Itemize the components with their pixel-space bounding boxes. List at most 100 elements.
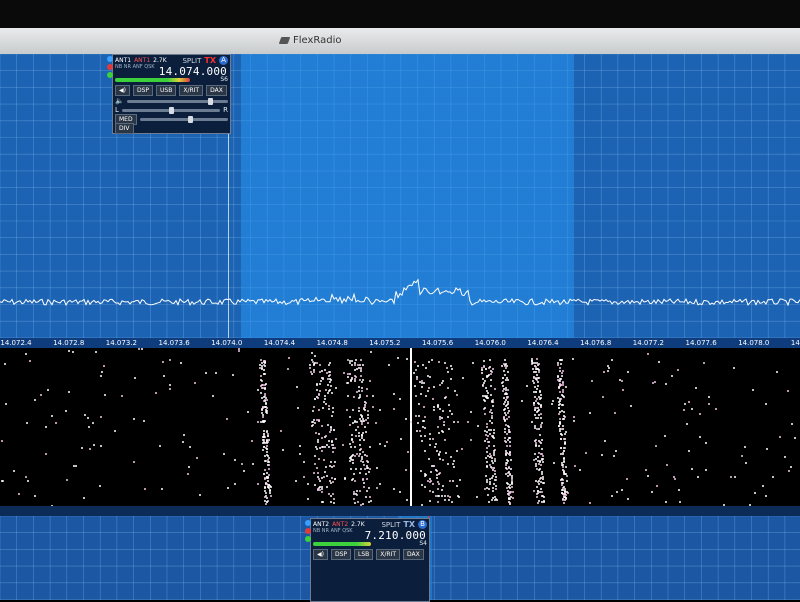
waterfall-pixel: [169, 384, 171, 386]
waterfall-pixel: [486, 447, 488, 449]
waterfall-pixel: [260, 375, 262, 377]
waterfall-pixel: [705, 442, 707, 444]
waterfall-pixel: [451, 368, 453, 370]
waterfall-pixel: [162, 361, 164, 363]
waterfall-pixel: [318, 420, 320, 422]
waterfall-pixel: [360, 420, 362, 422]
waterfall-pixel: [560, 438, 562, 440]
speaker-icon[interactable]: 🔈: [115, 97, 124, 105]
waterfall-pixel: [444, 362, 446, 364]
waterfall-pixel: [494, 470, 496, 472]
waterfall-pixel: [611, 359, 613, 361]
waterfall-pixel: [470, 439, 472, 441]
slice-a-mode-button[interactable]: USB: [156, 85, 176, 96]
waterfall-pixel: [536, 358, 538, 360]
slice-a-div-button[interactable]: DIV: [115, 123, 134, 134]
waterfall-pixel: [321, 437, 323, 439]
slice-b-dsp-button[interactable]: DSP: [331, 549, 351, 560]
slice-b-close-icon[interactable]: [305, 520, 311, 526]
waterfall-pixel: [215, 372, 217, 374]
waterfall[interactable]: [0, 348, 800, 506]
waterfall-pixel: [356, 494, 358, 496]
title-bar: [0, 28, 800, 54]
waterfall-pixel: [573, 420, 575, 422]
waterfall-pixel: [264, 420, 266, 422]
waterfall-pixel: [535, 378, 537, 380]
waterfall-pixel: [443, 421, 445, 423]
waterfall-pixel: [476, 496, 478, 498]
waterfall-pixel: [329, 362, 331, 364]
waterfall-pixel: [432, 465, 434, 467]
waterfall-pixel: [406, 499, 408, 501]
waterfall-pixel: [537, 456, 539, 458]
waterfall-pixel: [356, 421, 358, 423]
waterfall-pixel: [437, 488, 439, 490]
waterfall-pixel: [488, 501, 490, 503]
waterfall-pixel: [436, 477, 438, 479]
slice-a-waterfall-marker: [410, 348, 412, 506]
waterfall-pixel: [365, 473, 367, 475]
frequency-axis[interactable]: 14.072.414.072.814.073.214.073.614.074.0…: [0, 338, 800, 348]
lock-icon[interactable]: [107, 72, 113, 78]
slice-a-record-icon[interactable]: [107, 64, 113, 70]
waterfall-pixel: [433, 386, 435, 388]
waterfall-pixel: [602, 396, 604, 398]
waterfall-pixel: [346, 409, 348, 411]
waterfall-pixel: [686, 423, 688, 425]
slice-a-close-icon[interactable]: [107, 56, 113, 62]
waterfall-pixel: [449, 480, 451, 482]
waterfall-pixel: [349, 416, 351, 418]
slice-a-tx-antenna[interactable]: ANT1: [134, 57, 150, 64]
slice-b-xrit-button[interactable]: X/RIT: [376, 549, 400, 560]
speaker-icon[interactable]: ◀): [313, 549, 328, 560]
slice-a-pan-slider[interactable]: [122, 109, 220, 112]
freq-tick-label: 14.078.0: [738, 339, 769, 347]
slice-a-xrit-button[interactable]: X/RIT: [179, 85, 203, 96]
waterfall-pixel: [449, 496, 451, 498]
waterfall-pixel: [418, 415, 420, 417]
slice-b-tx-antenna[interactable]: ANT2: [332, 521, 348, 528]
waterfall-pixel: [361, 415, 363, 417]
waterfall-pixel: [354, 378, 356, 380]
waterfall-pixel: [347, 373, 349, 375]
waterfall-pixel: [448, 404, 450, 406]
slice-b-dax-button[interactable]: DAX: [403, 549, 424, 560]
waterfall-pixel: [779, 436, 781, 438]
waterfall-pixel: [282, 449, 284, 451]
waterfall-pixel: [703, 362, 705, 364]
slice-a-dax-button[interactable]: DAX: [206, 85, 227, 96]
slice-b-record-icon[interactable]: [305, 528, 311, 534]
waterfall-pixel: [489, 359, 491, 361]
waterfall-pixel: [324, 369, 326, 371]
slice-a-volume-slider[interactable]: [127, 100, 228, 103]
waterfall-pixel: [533, 404, 535, 406]
waterfall-pixel: [491, 417, 493, 419]
waterfall-pixel: [360, 359, 362, 361]
slice-a-rx-antenna[interactable]: ANT1: [115, 57, 131, 64]
waterfall-pixel: [483, 365, 485, 367]
waterfall-pixel: [794, 437, 796, 439]
waterfall-pixel: [671, 375, 673, 377]
waterfall-pixel: [456, 394, 458, 396]
waterfall-pixel: [752, 389, 754, 391]
speaker-icon[interactable]: ◀): [115, 85, 130, 96]
waterfall-pixel: [559, 430, 561, 432]
slice-b-flag[interactable]: ANT2 ANT2 2.7K SPLIT TX B NB NR ANF QSK …: [310, 518, 430, 602]
slice-b-mode-button[interactable]: LSB: [354, 549, 373, 560]
waterfall-pixel: [324, 395, 326, 397]
waterfall-pixel: [324, 446, 326, 448]
waterfall-pixel: [563, 411, 565, 413]
waterfall-pixel: [647, 353, 649, 355]
slice-b-rx-antenna[interactable]: ANT2: [313, 521, 329, 528]
slice-a-dsp-button[interactable]: DSP: [133, 85, 153, 96]
waterfall-pixel: [489, 483, 491, 485]
slice-a-bandwidth: 2.7K: [153, 57, 166, 64]
slice-a-agc-threshold-slider[interactable]: [140, 118, 228, 121]
waterfall-pixel: [360, 468, 362, 470]
waterfall-pixel: [321, 501, 323, 503]
waterfall-pixel: [459, 479, 461, 481]
lock-icon[interactable]: [305, 536, 311, 542]
slice-a-flag[interactable]: ANT1 ANT1 2.7K SPLIT TX A NB NR ANF QSK …: [112, 54, 231, 134]
waterfall-pixel: [538, 480, 540, 482]
waterfall-pixel: [654, 381, 656, 383]
